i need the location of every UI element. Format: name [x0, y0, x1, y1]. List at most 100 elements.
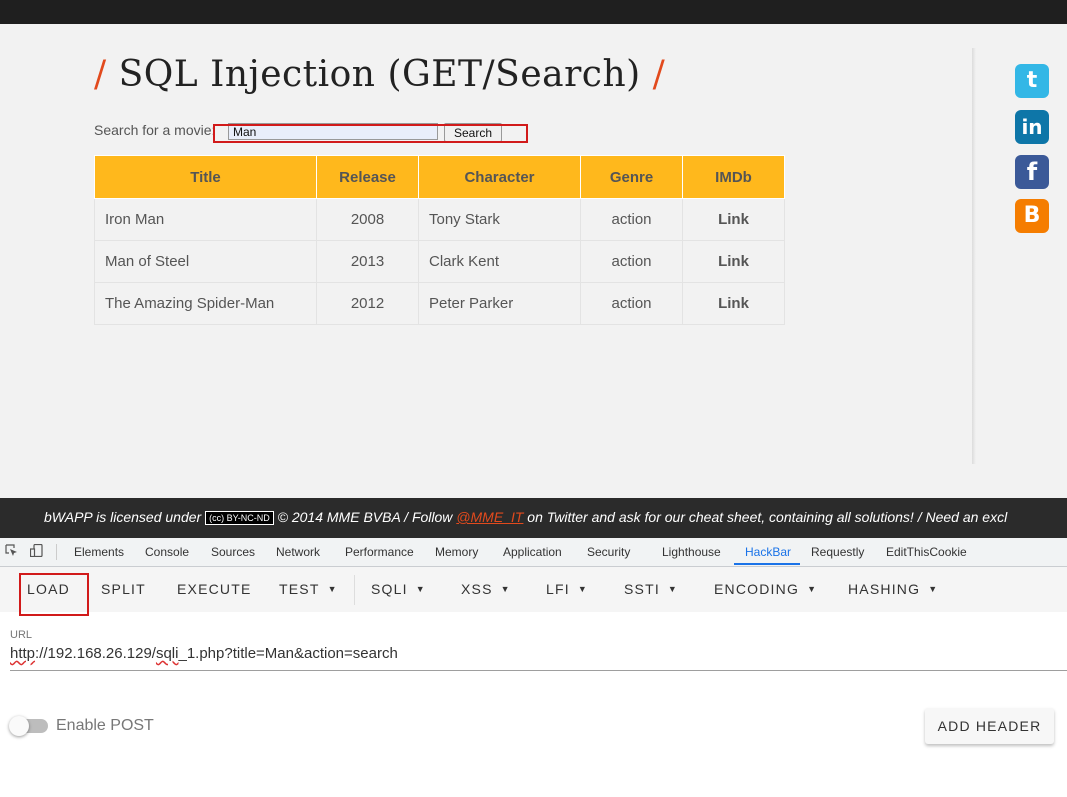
title-slash-left: / [94, 54, 107, 95]
table-row: The Amazing Spider-Man 2012 Peter Parker… [94, 282, 785, 325]
caret-down-icon: ▼ [327, 584, 338, 594]
test-menu-button[interactable]: TEST ▼ [279, 581, 338, 597]
execute-button[interactable]: EXECUTE [177, 581, 252, 597]
caret-down-icon: ▼ [500, 584, 511, 594]
blogger-icon[interactable]: B [1015, 199, 1049, 233]
cell-title: The Amazing Spider-Man [94, 282, 317, 325]
hashing-menu-button[interactable]: HASHING ▼ [848, 581, 938, 597]
devtools-tabbar: Elements Console Sources Network Perform… [0, 538, 1067, 567]
cell-release: 2012 [316, 282, 419, 325]
hackbar-toolbar: LOAD SPLIT EXECUTE TEST ▼ SQLI ▼ XSS ▼ LFI ▼… [0, 567, 1067, 612]
column-header-imdb: IMDb [682, 155, 785, 199]
search-button[interactable]: Search [444, 123, 502, 142]
ssti-menu-button[interactable]: SSTI ▼ [624, 581, 678, 597]
cell-genre: action [580, 240, 683, 283]
add-header-button[interactable]: ADD HEADER [925, 708, 1054, 744]
encoding-button-label: ENCODING [714, 581, 800, 597]
search-label: Search for a movie: [94, 122, 216, 138]
tab-sources[interactable]: Sources [211, 545, 255, 559]
cell-character: Peter Parker [418, 282, 581, 325]
column-header-genre: Genre [580, 155, 683, 199]
tab-editthiscookie[interactable]: EditThisCookie [886, 545, 967, 559]
split-button[interactable]: SPLIT [101, 581, 146, 597]
twitter-icon[interactable]: t [1015, 64, 1049, 98]
encoding-menu-button[interactable]: ENCODING ▼ [714, 581, 817, 597]
imdb-link[interactable]: Link [682, 282, 785, 325]
tab-performance[interactable]: Performance [345, 545, 414, 559]
table-row: Man of Steel 2013 Clark Kent action Link [94, 240, 785, 283]
tab-memory[interactable]: Memory [435, 545, 478, 559]
active-tab-indicator [734, 563, 800, 565]
xss-menu-button[interactable]: XSS ▼ [461, 581, 511, 597]
lfi-button-label: LFI [546, 581, 570, 597]
cell-title: Iron Man [94, 198, 317, 241]
footer-text-cheatsheet: on Twitter and ask for our cheat sheet, … [527, 509, 1008, 525]
caret-down-icon: ▼ [928, 584, 939, 594]
movies-table: Title Release Character Genre IMDb Iron … [94, 155, 785, 325]
page-title-text: SQL Injection (GET/Search) [118, 54, 641, 95]
tab-network[interactable]: Network [276, 545, 320, 559]
sqli-menu-button[interactable]: SQLI ▼ [371, 581, 426, 597]
device-toolbar-icon[interactable] [30, 544, 43, 557]
table-header-row: Title Release Character Genre IMDb [94, 155, 785, 199]
enable-post-toggle[interactable] [9, 716, 48, 736]
column-header-character: Character [418, 155, 581, 199]
linkedin-icon[interactable]: in [1015, 110, 1049, 144]
column-header-title: Title [94, 155, 317, 199]
table-row: Iron Man 2008 Tony Stark action Link [94, 198, 785, 241]
cell-character: Tony Stark [418, 198, 581, 241]
caret-down-icon: ▼ [807, 584, 818, 594]
hashing-button-label: HASHING [848, 581, 921, 597]
cell-genre: action [580, 198, 683, 241]
caret-down-icon: ▼ [415, 584, 426, 594]
footer: bWAPP is licensed under (cc) BY-NC-ND © … [0, 498, 1067, 538]
inspect-element-icon[interactable] [5, 544, 18, 557]
toolbar-separator [56, 544, 57, 560]
url-input[interactable]: http://192.168.26.129/sqli_1.php?title=M… [10, 645, 1067, 671]
toolbar-separator [354, 575, 355, 605]
enable-post-label: Enable POST [56, 717, 154, 734]
toggle-knob [9, 716, 29, 736]
cell-release: 2013 [316, 240, 419, 283]
footer-text-copyright: © 2014 MME BVBA / Follow [277, 509, 453, 525]
load-button-label: LOAD [27, 581, 70, 597]
column-header-release: Release [316, 155, 419, 199]
content-divider [972, 48, 976, 464]
tab-hackbar[interactable]: HackBar [745, 545, 791, 559]
execute-button-label: EXECUTE [177, 581, 252, 597]
url-label: URL [10, 629, 33, 641]
caret-down-icon: ▼ [577, 584, 588, 594]
cc-license-badge[interactable]: (cc) BY-NC-ND [205, 511, 274, 525]
split-button-label: SPLIT [101, 581, 146, 597]
twitter-handle-link[interactable]: @MME_IT [456, 509, 523, 525]
lfi-menu-button[interactable]: LFI ▼ [546, 581, 588, 597]
cell-genre: action [580, 282, 683, 325]
imdb-link[interactable]: Link [682, 198, 785, 241]
ssti-button-label: SSTI [624, 581, 660, 597]
cell-release: 2008 [316, 198, 419, 241]
tab-lighthouse[interactable]: Lighthouse [662, 545, 721, 559]
cell-title: Man of Steel [94, 240, 317, 283]
title-slash-right: / [652, 54, 666, 95]
facebook-icon[interactable]: f [1015, 155, 1049, 189]
url-scheme: http [10, 645, 36, 662]
url-rest: _1.php?title=Man&action=search [178, 645, 398, 662]
load-button[interactable]: LOAD [27, 581, 70, 597]
tab-security[interactable]: Security [587, 545, 630, 559]
xss-button-label: XSS [461, 581, 493, 597]
search-input[interactable] [228, 123, 438, 140]
url-host: ://192.168.26.129/ [35, 645, 156, 662]
cell-character: Clark Kent [418, 240, 581, 283]
page-title: / SQL Injection (GET/Search) / [94, 54, 665, 95]
caret-down-icon: ▼ [667, 584, 679, 594]
test-button-label: TEST [279, 581, 320, 597]
tab-application[interactable]: Application [503, 545, 562, 559]
imdb-link[interactable]: Link [682, 240, 785, 283]
tab-console[interactable]: Console [145, 545, 189, 559]
tab-requestly[interactable]: Requestly [811, 545, 864, 559]
tab-elements[interactable]: Elements [74, 545, 124, 559]
top-nav-bar [0, 0, 1067, 24]
url-path-spellflag: sqli [155, 645, 179, 662]
footer-text-license: bWAPP is licensed under [44, 509, 202, 525]
sqli-button-label: SQLI [371, 581, 408, 597]
